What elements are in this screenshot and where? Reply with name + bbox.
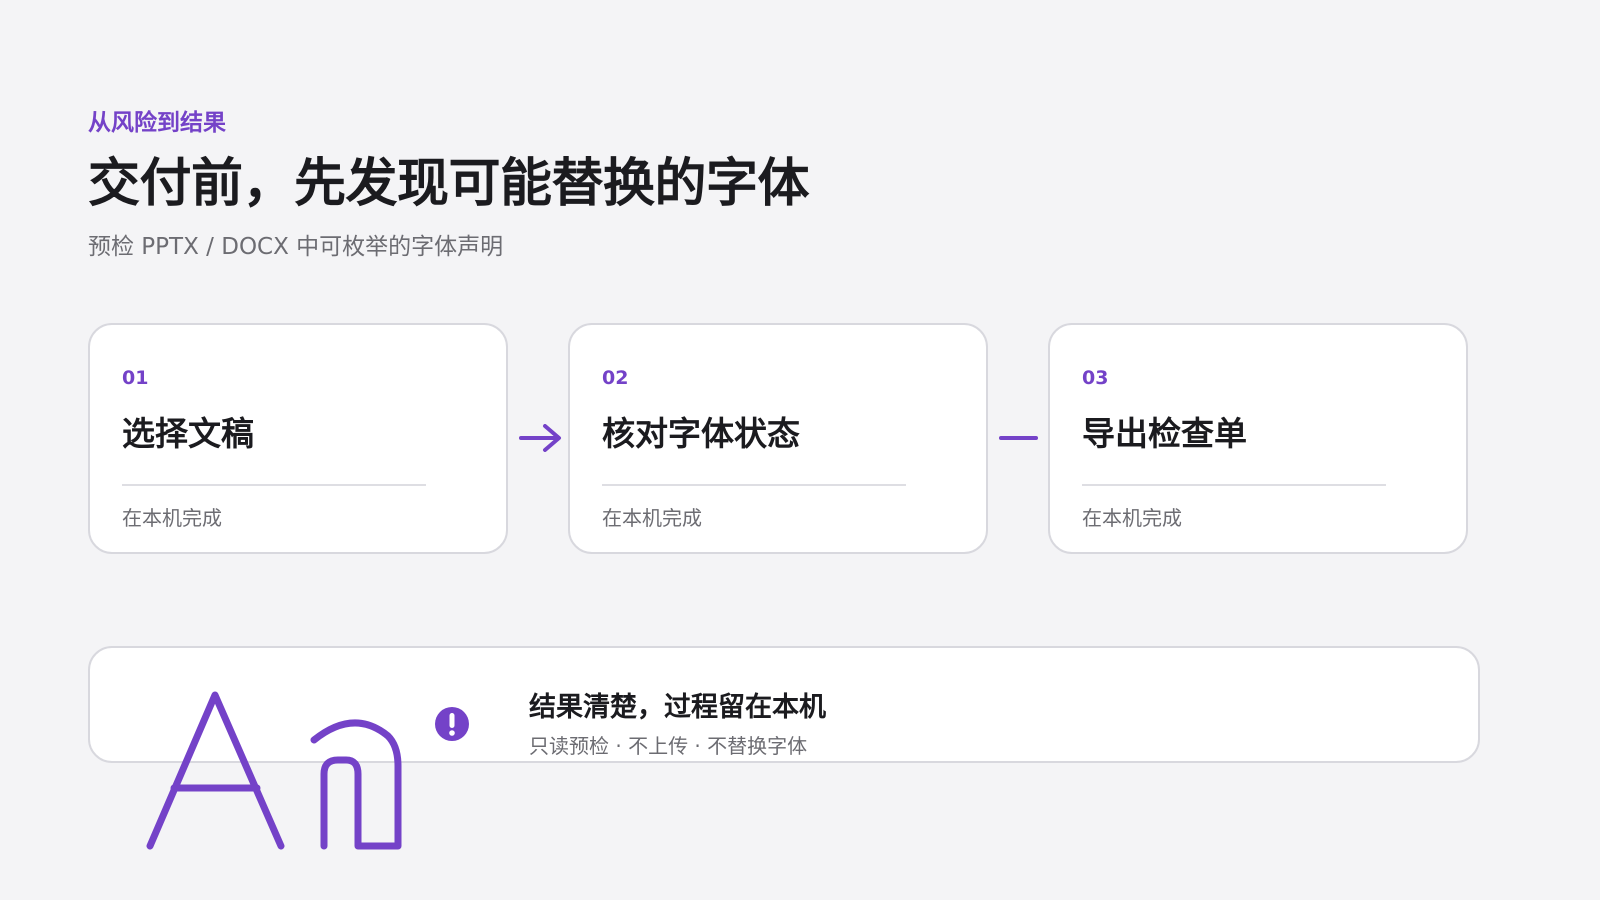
step-divider [122,484,426,486]
step-number: 02 [602,367,629,389]
step-title: 核对字体状态 [602,414,800,453]
page-subtitle: 预检 PPTX / DOCX 中可枚举的字体声明 [88,234,504,260]
dash-icon [999,436,1038,440]
step-title: 选择文稿 [122,414,254,453]
page: 从风险到结果 交付前，先发现可能替换的字体 预检 PPTX / DOCX 中可枚… [0,0,1600,900]
step-title: 导出检查单 [1082,414,1247,453]
step-number: 03 [1082,367,1109,389]
step-divider [1082,484,1386,486]
banner-subtitle: 只读预检 · 不上传 · 不替换字体 [529,734,808,758]
arrow-right-icon [519,424,561,452]
step-note: 在本机完成 [122,506,222,530]
step-card-check-font-status[interactable]: 02 核对字体状态 在本机完成 [568,323,988,554]
step-card-export-checklist[interactable]: 03 导出检查单 在本机完成 [1048,323,1468,554]
exclamation-circle-icon [435,707,469,741]
font-glyph-an-icon [146,691,402,850]
banner-title: 结果清楚，过程留在本机 [529,692,826,723]
step-note: 在本机完成 [1082,506,1182,530]
step-number: 01 [122,367,149,389]
eyebrow-label: 从风险到结果 [88,110,226,136]
step-divider [602,484,906,486]
step-note: 在本机完成 [602,506,702,530]
step-card-select-document[interactable]: 01 选择文稿 在本机完成 [88,323,508,554]
page-title: 交付前，先发现可能替换的字体 [88,154,810,214]
